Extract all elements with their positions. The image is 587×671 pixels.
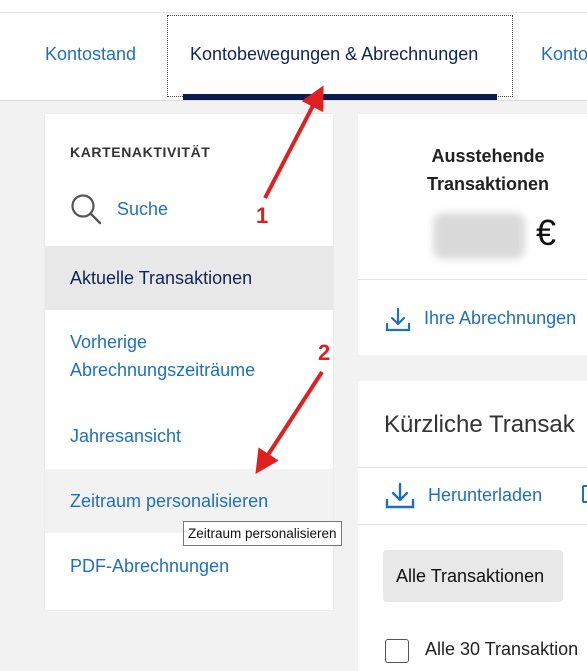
- pending-title: Ausstehende Transaktionen: [426, 146, 550, 194]
- recent-transactions-panel: Kürzliche Transak Herunterladen Alle Tra…: [358, 381, 587, 671]
- sidebar-heading: KARTENAKTIVITÄT: [70, 144, 211, 160]
- panel-divider: [358, 467, 587, 468]
- blurred-amount: [433, 213, 525, 259]
- sidebar-item-annual-view[interactable]: Jahresansicht: [45, 422, 333, 450]
- download-icon: [385, 482, 415, 509]
- annotation-number-2: 2: [318, 340, 331, 365]
- panel-divider: [358, 524, 587, 525]
- annotation-number-1: 1: [256, 203, 269, 228]
- tab-partial[interactable]: Konto: [541, 44, 587, 65]
- active-tab-indicator: [183, 94, 497, 100]
- download-label: Herunterladen: [428, 485, 543, 505]
- sidebar-item-pdf-statements[interactable]: PDF-Abrechnungen: [45, 552, 333, 580]
- top-divider: [0, 12, 587, 13]
- tooltip: Zeitraum personalisieren: [183, 521, 342, 546]
- currency-symbol: €: [536, 212, 557, 253]
- top-navigation: Kontostand Kontobewegungen & Abrechnunge…: [0, 0, 587, 101]
- download-button[interactable]: Herunterladen: [384, 481, 554, 515]
- tab-account-balance[interactable]: Kontostand: [45, 44, 136, 65]
- search-label: Suche: [117, 199, 169, 219]
- panel-divider: [358, 279, 587, 280]
- download-icon: [385, 307, 411, 332]
- select-all-checkbox[interactable]: [385, 639, 409, 663]
- search-icon: [71, 194, 102, 225]
- search-link[interactable]: Suche: [69, 192, 269, 228]
- all-transactions-filter-button[interactable]: Alle Transaktionen: [383, 550, 563, 602]
- pending-transactions-panel: Ausstehende Transaktionen € Ihre Abrechn…: [358, 114, 587, 355]
- document-icon[interactable]: [582, 485, 587, 503]
- statements-label: Ihre Abrechnungen: [424, 308, 577, 328]
- sidebar-item-previous-periods[interactable]: Vorherige Abrechnungszeiträume: [45, 328, 305, 384]
- select-all-label: Alle 30 Transaktion: [425, 639, 579, 659]
- sidebar-item-current-transactions[interactable]: Aktuelle Transaktionen: [45, 246, 333, 310]
- tab-movements-statements[interactable]: Kontobewegungen & Abrechnungen: [190, 44, 478, 65]
- recent-transactions-title: Kürzliche Transak: [384, 411, 575, 438]
